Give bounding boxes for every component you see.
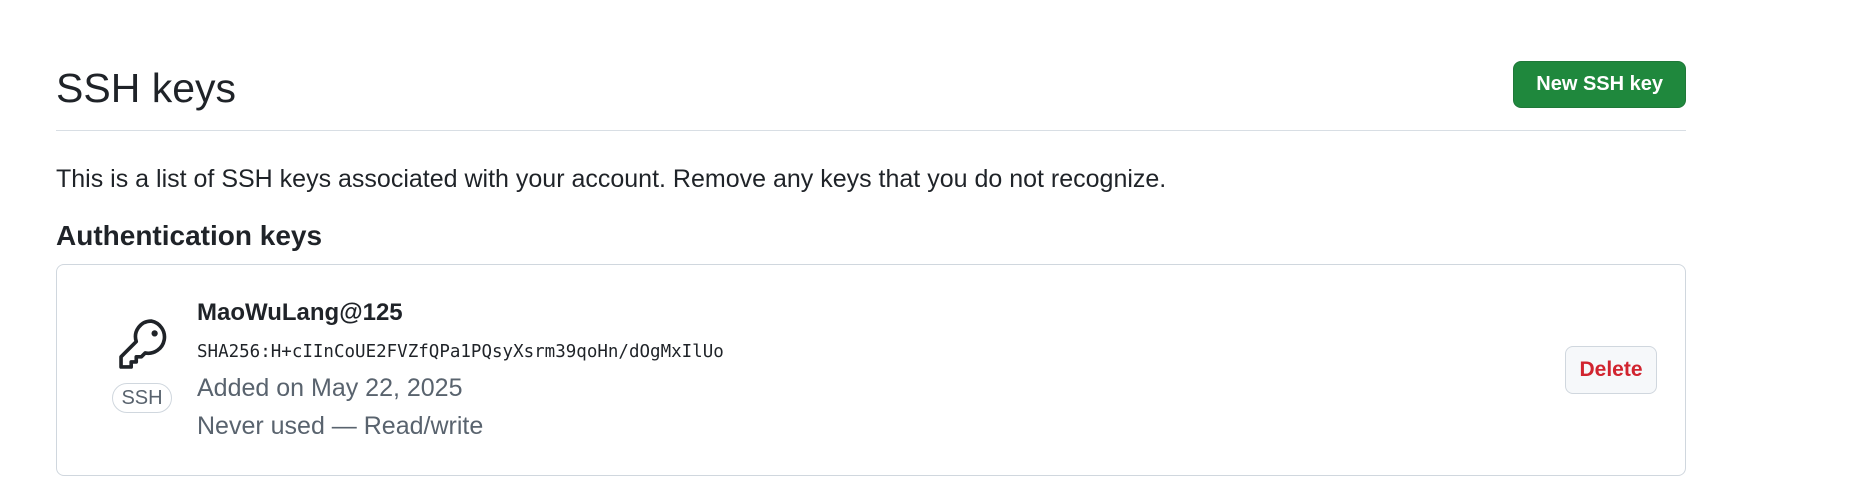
key-title: MaoWuLang@125 — [197, 299, 403, 326]
key-added-date: Added on May 22, 2025 — [197, 374, 463, 402]
page-description: This is a list of SSH keys associated wi… — [56, 165, 1167, 193]
ssh-key-list-item: SSH MaoWuLang@125 SHA256:H+cIInCoUE2FVZf… — [56, 264, 1686, 476]
ssh-badge: SSH — [112, 383, 172, 413]
ssh-keys-page: SSH keys New SSH key This is a list of S… — [0, 0, 1876, 497]
page-header: SSH keys New SSH key — [56, 56, 1686, 131]
delete-key-button[interactable]: Delete — [1565, 346, 1657, 394]
key-usage-status: Never used — Read/write — [197, 412, 484, 440]
new-ssh-key-button[interactable]: New SSH key — [1513, 61, 1686, 108]
key-icon — [119, 319, 167, 369]
key-icon-column: SSH — [109, 315, 185, 413]
key-details: MaoWuLang@125 SHA256:H+cIInCoUE2FVZfQPa1… — [197, 297, 724, 443]
authentication-keys-heading: Authentication keys — [56, 220, 323, 251]
key-fingerprint: SHA256:H+cIInCoUE2FVZfQPa1PQsyXsrm39qoHn… — [197, 342, 724, 362]
page-title: SSH keys — [56, 65, 236, 111]
